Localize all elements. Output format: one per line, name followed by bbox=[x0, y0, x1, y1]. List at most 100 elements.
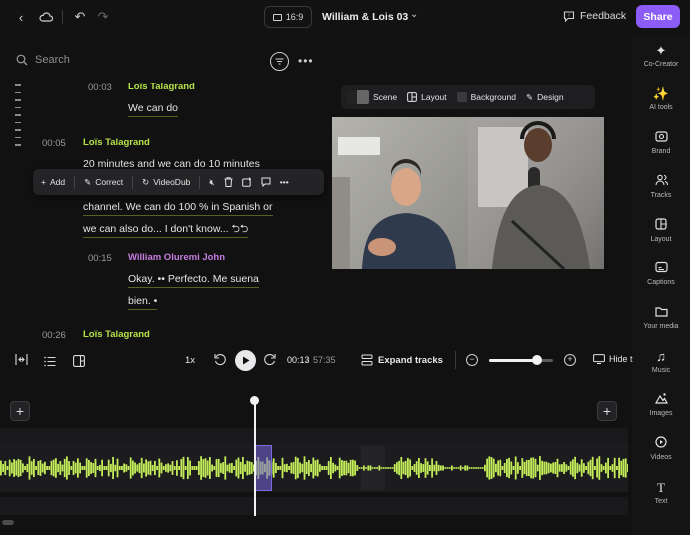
waveform-bar bbox=[583, 463, 585, 473]
zoom-in-icon[interactable]: + bbox=[564, 354, 576, 366]
zoom-slider-handle[interactable] bbox=[532, 355, 542, 365]
aspect-ratio-button[interactable]: 16:9 bbox=[264, 6, 312, 28]
chevron-down-icon[interactable]: ⌄ bbox=[410, 9, 418, 20]
cloud-sync-icon[interactable] bbox=[35, 6, 57, 28]
waveform-bar bbox=[294, 456, 297, 480]
forward-icon[interactable] bbox=[264, 353, 276, 371]
timestamp[interactable]: 00:03 bbox=[88, 82, 112, 93]
sidebar-item-videos[interactable]: Videos bbox=[632, 436, 690, 461]
rewind-icon[interactable] bbox=[214, 353, 226, 371]
more-options-icon[interactable]: ••• bbox=[298, 54, 314, 68]
videodub-button[interactable]: ↻ VideoDub bbox=[142, 177, 190, 188]
mute-icon: 🔇︎ bbox=[209, 176, 215, 187]
background-button[interactable]: Background bbox=[456, 92, 516, 102]
design-button[interactable]: ✎ Design bbox=[526, 92, 564, 103]
share-button[interactable]: Share bbox=[636, 5, 680, 28]
transcript-line[interactable]: Okay. •• Perfecto. Me suena bbox=[128, 268, 259, 290]
transcript-line[interactable]: bien. • bbox=[128, 290, 158, 312]
waveform-bar bbox=[354, 460, 356, 476]
music-icon: ♫ bbox=[656, 349, 666, 364]
sidebar-item-ai-tools[interactable]: ✨ AI tools bbox=[632, 86, 690, 111]
playback-speed[interactable]: 1x bbox=[185, 355, 195, 366]
timeline-scrollbar[interactable] bbox=[2, 520, 14, 525]
list-view-icon[interactable] bbox=[44, 354, 56, 372]
waveform-bar bbox=[517, 462, 519, 474]
waveform-bar bbox=[446, 467, 449, 469]
filter-icon bbox=[275, 58, 284, 65]
transcript-scroll-indicator[interactable] bbox=[15, 84, 23, 152]
add-button[interactable]: + Add bbox=[41, 177, 65, 187]
project-title[interactable]: William & Lois 03 bbox=[322, 11, 408, 23]
waveform-bar bbox=[206, 460, 209, 476]
redo-icon[interactable]: ↷ bbox=[92, 6, 114, 28]
waveform-bar bbox=[624, 458, 627, 478]
back-chevron-icon[interactable]: ‹ bbox=[10, 6, 32, 28]
sidebar-item-layout[interactable]: Layout bbox=[632, 218, 690, 243]
waveform-bar bbox=[545, 461, 548, 475]
timestamp[interactable]: 00:15 bbox=[88, 253, 112, 264]
waveform-bar bbox=[323, 466, 326, 470]
correct-button[interactable]: ✎ Correct bbox=[84, 177, 123, 188]
sidebar-item-images[interactable]: Images bbox=[632, 392, 690, 417]
sidebar-item-captions[interactable]: Captions bbox=[632, 261, 690, 286]
filter-button[interactable] bbox=[270, 52, 289, 71]
selected-clip-region[interactable] bbox=[255, 445, 272, 491]
playhead[interactable] bbox=[254, 400, 256, 516]
waveform-bar bbox=[275, 462, 277, 474]
waveform-bar bbox=[409, 459, 411, 477]
add-track-left-button[interactable]: + bbox=[10, 401, 30, 421]
delete-button[interactable] bbox=[224, 177, 233, 187]
layout-toggle-icon[interactable] bbox=[73, 354, 85, 372]
track-lane[interactable] bbox=[0, 497, 628, 515]
track-lane[interactable] bbox=[0, 428, 628, 444]
transcript-search[interactable]: Search bbox=[16, 54, 70, 66]
scene-button[interactable]: Scene bbox=[347, 90, 397, 104]
layout-icon bbox=[655, 218, 667, 233]
mute-button[interactable]: 🔇︎ bbox=[209, 177, 214, 188]
trash-icon bbox=[224, 177, 233, 187]
sidebar-item-tracks[interactable]: Tracks bbox=[632, 174, 690, 199]
split-view-icon[interactable] bbox=[15, 353, 28, 371]
audio-waveform[interactable] bbox=[0, 444, 628, 492]
speaker-name[interactable]: Loïs Talagrand bbox=[83, 137, 150, 148]
waveform-bar bbox=[118, 466, 121, 470]
more-options-icon[interactable]: ••• bbox=[280, 177, 289, 187]
transcript-line[interactable]: channel. We can do 100 % in Spanish or bbox=[83, 196, 273, 218]
waveform-bar bbox=[290, 462, 293, 474]
expand-tracks-button[interactable]: Expand tracks bbox=[361, 354, 443, 366]
sidebar-item-co-creator[interactable]: ✦ Co-Creator bbox=[632, 43, 690, 68]
undo-icon[interactable]: ↶ bbox=[69, 6, 91, 28]
transcript-line[interactable]: we can also do... I don't know... ⮌⮌ bbox=[83, 218, 249, 240]
waveform-bar bbox=[101, 459, 103, 477]
waveform-bar bbox=[272, 458, 275, 478]
waveform-bar bbox=[343, 460, 345, 476]
layout-button[interactable]: Layout bbox=[407, 92, 447, 102]
add-media-button[interactable] bbox=[241, 177, 252, 187]
waveform-bar bbox=[600, 464, 603, 472]
playhead-handle[interactable] bbox=[250, 396, 259, 405]
hide-timeline-button[interactable]: Hide t bbox=[593, 354, 633, 364]
waveform-bar bbox=[336, 466, 339, 470]
sidebar-item-text[interactable]: T Text bbox=[632, 480, 690, 505]
add-track-right-button[interactable]: + bbox=[597, 401, 617, 421]
speaker-name[interactable]: Loïs Talagrand bbox=[83, 329, 150, 340]
sidebar-item-brand[interactable]: Brand bbox=[632, 130, 690, 155]
waveform-bar bbox=[277, 466, 279, 470]
timestamp[interactable]: 00:05 bbox=[42, 138, 66, 149]
play-button[interactable] bbox=[235, 350, 256, 371]
timestamp[interactable]: 00:26 bbox=[42, 330, 66, 341]
feedback-button[interactable]: ! Feedback bbox=[563, 10, 626, 22]
transcript-line[interactable]: We can do bbox=[128, 97, 179, 119]
waveform-bar bbox=[422, 464, 425, 472]
waveform-bar bbox=[209, 457, 211, 479]
waveform-bar bbox=[376, 467, 378, 469]
video-preview[interactable] bbox=[332, 117, 604, 269]
waveform-bar bbox=[314, 460, 317, 476]
comment-button[interactable] bbox=[261, 177, 271, 187]
sidebar-item-your-media[interactable]: Your media bbox=[632, 305, 690, 330]
zoom-out-icon[interactable]: − bbox=[466, 354, 478, 366]
speaker-name[interactable]: William Oluremi John bbox=[128, 252, 225, 263]
search-input[interactable]: Search bbox=[35, 54, 70, 66]
sidebar-item-music[interactable]: ♫ Music bbox=[632, 349, 690, 374]
expand-tracks-icon bbox=[361, 354, 373, 366]
